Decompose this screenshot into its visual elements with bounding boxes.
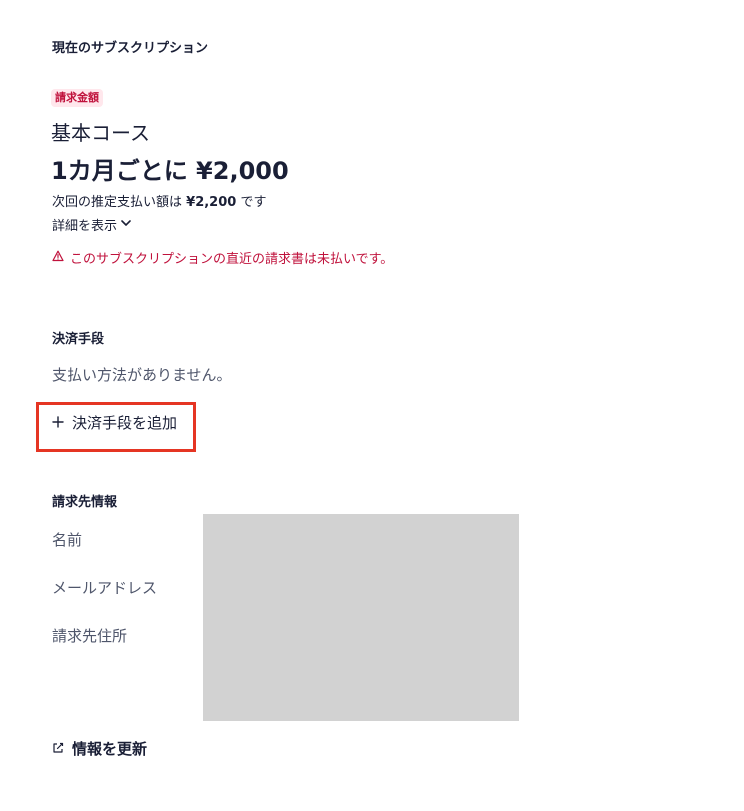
no-payment-method-text: 支払い方法がありません。 xyxy=(52,366,232,384)
amount-badge: 請求金額 xyxy=(51,89,103,107)
payment-heading: 決済手段 xyxy=(52,332,105,347)
unpaid-warning: このサブスクリプションの直近の請求書は未払いです。 xyxy=(52,248,393,267)
billing-heading: 請求先情報 xyxy=(52,495,118,510)
update-info-button[interactable]: 情報を更新 xyxy=(52,738,147,759)
show-details-label: 詳細を表示 xyxy=(52,219,118,234)
chevron-down-icon xyxy=(120,217,132,233)
next-payment-estimate: 次回の推定支払い額は ¥2,200 です xyxy=(52,191,266,210)
show-details-toggle[interactable]: 詳細を表示 xyxy=(52,215,132,234)
warning-icon xyxy=(52,250,64,266)
billing-label-name: 名前 xyxy=(52,531,83,549)
plus-icon xyxy=(52,414,64,432)
redacted-billing-values xyxy=(203,514,519,721)
next-payment-suffix: です xyxy=(240,195,267,210)
next-payment-prefix: 次回の推定支払い額は xyxy=(52,195,183,210)
update-info-label: 情報を更新 xyxy=(72,740,148,758)
add-payment-label: 決済手段を追加 xyxy=(72,414,178,432)
edit-icon xyxy=(52,740,64,758)
warning-text: このサブスクリプションの直近の請求書は未払いです。 xyxy=(70,252,394,267)
subscription-heading: 現在のサブスクリプション xyxy=(52,41,209,56)
plan-name: 基本コース xyxy=(51,121,150,145)
billing-label-address: 請求先住所 xyxy=(52,627,128,645)
billing-label-email: メールアドレス xyxy=(52,579,158,597)
plan-price: 1カ月ごとに ¥2,000 xyxy=(51,157,289,185)
add-payment-method-button[interactable]: 決済手段を追加 xyxy=(52,412,177,433)
next-payment-amount: ¥2,200 xyxy=(186,195,237,210)
